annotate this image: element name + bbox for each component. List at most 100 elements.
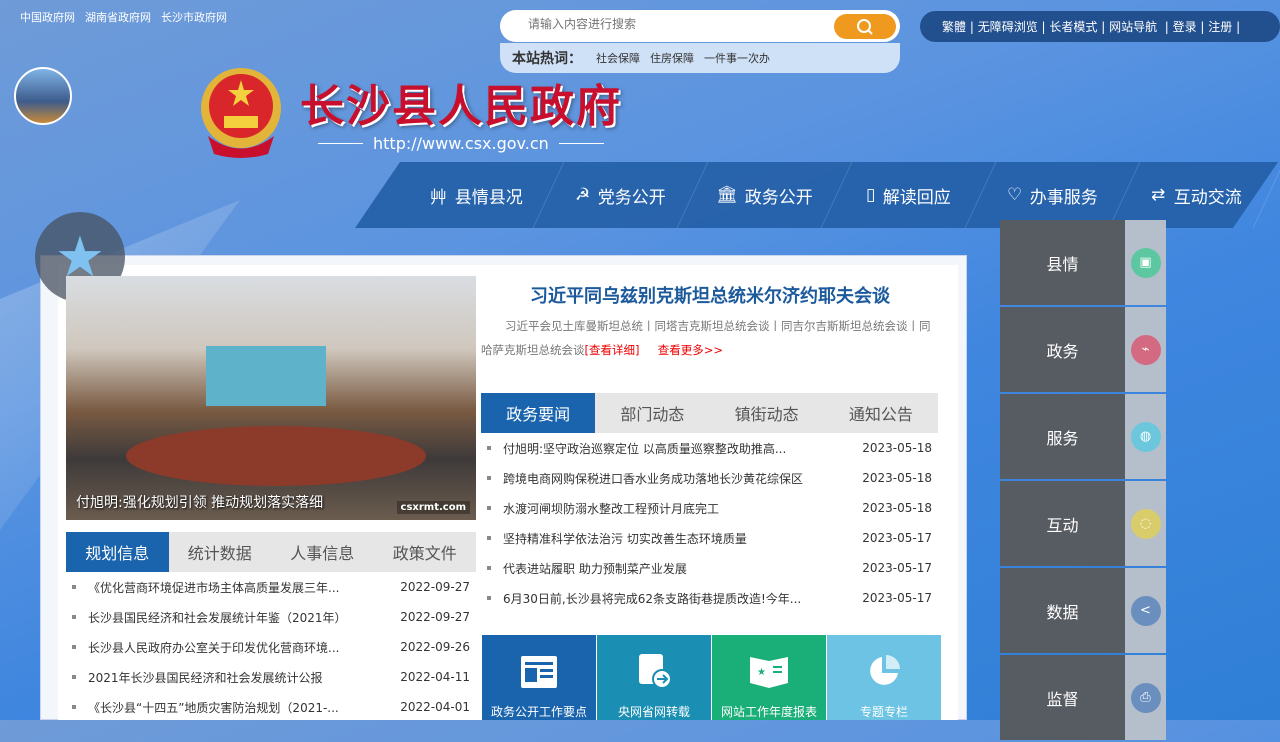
elder-mode-link[interactable]: 长者模式 <box>1049 18 1097 35</box>
news-section: 政务要闻 部门动态 镇街动态 通知公告 付旭明:坚守政治巡察定位 以高质量巡察整… <box>481 393 938 613</box>
item-title: 《优化营商环境促进市场主体高质量发展三年... <box>88 580 340 595</box>
login-link[interactable]: 登录 <box>1173 18 1197 35</box>
exchange-icon: ⇄ <box>1151 185 1166 205</box>
list-item[interactable]: 长沙县国民经济和社会发展统计年鉴（2021年） 2022-09-27 <box>66 602 476 632</box>
top-links: 中国政府网 湖南省政府网 长沙市政府网 <box>20 9 227 25</box>
tab-gov-news[interactable]: 政务要闻 <box>481 393 596 433</box>
tile-label: 专题专栏 <box>859 705 908 719</box>
bullet-icon <box>72 615 76 619</box>
monitor-chart-icon: ⌁ <box>1130 334 1161 365</box>
list-item[interactable]: 《优化营商环境促进市场主体高质量发展三年... 2022-09-27 <box>66 572 476 602</box>
utility-bar: 繁體 | 无障碍浏览 | 长者模式 | 网站导航 | 登录 | 注册 | <box>920 11 1280 42</box>
list-item[interactable]: 长沙县人民政府办公室关于印发优化营商环境... 2022-09-26 <box>66 632 476 662</box>
accessibility-link[interactable]: 无障碍浏览 <box>978 18 1038 35</box>
tab-notices[interactable]: 通知公告 <box>824 393 938 433</box>
tile-annual-report[interactable]: ★ 网站工作年度报表 <box>712 635 826 720</box>
bullet-icon <box>72 645 76 649</box>
item-date: 2022-04-11 <box>400 670 470 684</box>
party-emblem-icon: ☭ <box>574 185 591 205</box>
item-title: 水渡河闸坝防溺水整改工程预计月底完工 <box>503 501 720 516</box>
search-input[interactable] <box>528 17 818 31</box>
search-icon <box>857 18 873 35</box>
site-title: 长沙县人民政府 <box>300 81 622 132</box>
hot-word[interactable]: 社会保障 <box>596 50 640 66</box>
item-title: 2021年长沙县国民经济和社会发展统计公报 <box>88 670 323 685</box>
list-item[interactable]: 坚持精准科学依法治污 切实改善生态环境质量 2023-05-17 <box>481 523 938 553</box>
tab-planning[interactable]: 规划信息 <box>66 532 169 572</box>
list-item[interactable]: 跨境电商网购保税进口香水业务成功落地长沙黄花综保区 2023-05-18 <box>481 463 938 493</box>
list-item[interactable]: 水渡河闸坝防溺水整改工程预计月底完工 2023-05-18 <box>481 493 938 523</box>
side-item-data[interactable]: 数据 < <box>1000 568 1166 653</box>
list-item[interactable]: 2021年长沙县国民经济和社会发展统计公报 2022-04-11 <box>66 662 476 692</box>
site-url: http://www.csx.gov.cn <box>318 134 604 153</box>
link-changsha-gov[interactable]: 长沙市政府网 <box>161 9 227 25</box>
photo-caption[interactable]: 付旭明:强化规划引领 推动规划落实落细 <box>76 492 323 512</box>
tab-personnel[interactable]: 人事信息 <box>271 532 374 572</box>
tile-label: 政务公开工作要点 <box>490 705 587 719</box>
hot-words-label: 本站热词： <box>512 51 582 67</box>
site-nav-link[interactable]: 网站导航 <box>1109 18 1157 35</box>
register-link[interactable]: 注册 <box>1208 18 1232 35</box>
tab-policy[interactable]: 政策文件 <box>374 532 477 572</box>
circle-dots-icon: ◌ <box>1130 508 1161 539</box>
search-button[interactable] <box>834 14 896 39</box>
tab-town-news[interactable]: 镇街动态 <box>710 393 824 433</box>
side-item-supervision[interactable]: 监督 ⎙ <box>1000 655 1166 740</box>
tab-statistics[interactable]: 统计数据 <box>169 532 272 572</box>
item-title: 代表进站履职 助力预制菜产业发展 <box>503 561 687 576</box>
nav-label: 党务公开 <box>598 187 667 208</box>
bullet-icon <box>487 536 491 540</box>
hot-words: 本站热词： 社会保障 住房保障 一件事一次办 <box>500 43 900 73</box>
traditional-chinese-link[interactable]: 繁體 <box>942 18 966 35</box>
side-item-label: 政务 <box>1000 307 1125 392</box>
item-date: 2023-05-18 <box>862 501 932 515</box>
search-box <box>500 10 900 42</box>
info-list: 《优化营商环境促进市场主体高质量发展三年... 2022-09-27 长沙县国民经济… <box>66 572 476 722</box>
hot-word[interactable]: 一件事一次办 <box>704 50 770 66</box>
side-item-affairs[interactable]: 政务 ⌁ <box>1000 307 1166 392</box>
hot-word[interactable]: 住房保障 <box>650 50 694 66</box>
list-item[interactable]: 6月30日前,长沙县将完成62条支路街巷提质改造!今年... 2023-05-17 <box>481 583 938 613</box>
item-title: 坚持精准科学依法治污 切实改善生态环境质量 <box>503 531 747 546</box>
bullet-icon <box>72 585 76 589</box>
list-item[interactable]: 《长沙县“十四五”地质灾害防治规划（2021-... 2022-04-01 <box>66 692 476 722</box>
side-item-label: 互动 <box>1000 481 1125 566</box>
link-hunan-gov[interactable]: 湖南省政府网 <box>85 9 151 25</box>
nav-interaction[interactable]: ⇄ 互动交流 <box>1109 162 1280 228</box>
tile-label: 央网省网转载 <box>617 705 690 719</box>
link-gov-cn[interactable]: 中国政府网 <box>20 9 75 25</box>
view-detail-link[interactable]: [查看详细] <box>585 343 640 357</box>
bullet-icon <box>487 476 491 480</box>
side-item-service[interactable]: 服务 ◍ <box>1000 394 1166 479</box>
globe-user-icon: ◍ <box>1130 421 1161 452</box>
tile-special-topics[interactable]: 专题专栏 <box>827 635 941 720</box>
side-item-label: 县情 <box>1000 220 1125 305</box>
list-item[interactable]: 代表进站履职 助力预制菜产业发展 2023-05-17 <box>481 553 938 583</box>
side-item-county[interactable]: 县情 ▣ <box>1000 220 1166 305</box>
city-avatar[interactable] <box>14 67 72 125</box>
book-icon: ▯ <box>865 185 876 205</box>
item-title: 长沙县国民经济和社会发展统计年鉴（2021年） <box>88 610 347 625</box>
item-date: 2023-05-17 <box>862 591 932 605</box>
document-forward-icon <box>639 654 672 689</box>
side-menu: 县情 ▣ 政务 ⌁ 服务 ◍ 互动 ◌ 数据 < 监督 ⎙ <box>1000 220 1166 742</box>
tab-dept-news[interactable]: 部门动态 <box>595 393 709 433</box>
item-title: 长沙县人民政府办公室关于印发优化营商环境... <box>88 640 340 655</box>
photo-watermark: csxrmt.com <box>396 501 470 514</box>
heart-icon: ♡ <box>1006 185 1023 205</box>
info-tabs: 规划信息 统计数据 人事信息 政策文件 <box>66 532 476 572</box>
newspaper-icon <box>521 656 557 688</box>
document-eye-icon: ⎙ <box>1130 682 1161 713</box>
featured-photo[interactable]: 付旭明:强化规划引领 推动规划落实落细 csxrmt.com <box>66 276 476 520</box>
list-item[interactable]: 付旭明:坚守政治巡察定位 以高质量巡察整改助推高... 2023-05-18 <box>481 433 938 463</box>
bullet-icon <box>487 446 491 450</box>
view-more-link[interactable]: 查看更多>> <box>658 343 723 357</box>
tile-reprints[interactable]: 央网省网转载 <box>597 635 711 720</box>
side-item-interaction[interactable]: 互动 ◌ <box>1000 481 1166 566</box>
tile-work-points[interactable]: 政务公开工作要点 <box>482 635 596 720</box>
item-title: 6月30日前,长沙县将完成62条支路街巷提质改造!今年... <box>503 591 802 606</box>
headline-title[interactable]: 习近平同乌兹别克斯坦总统米尔济约耶夫会谈 <box>480 282 940 308</box>
nav-label: 政务公开 <box>745 187 814 208</box>
item-date: 2022-09-27 <box>400 610 470 624</box>
item-date: 2023-05-17 <box>862 531 932 545</box>
